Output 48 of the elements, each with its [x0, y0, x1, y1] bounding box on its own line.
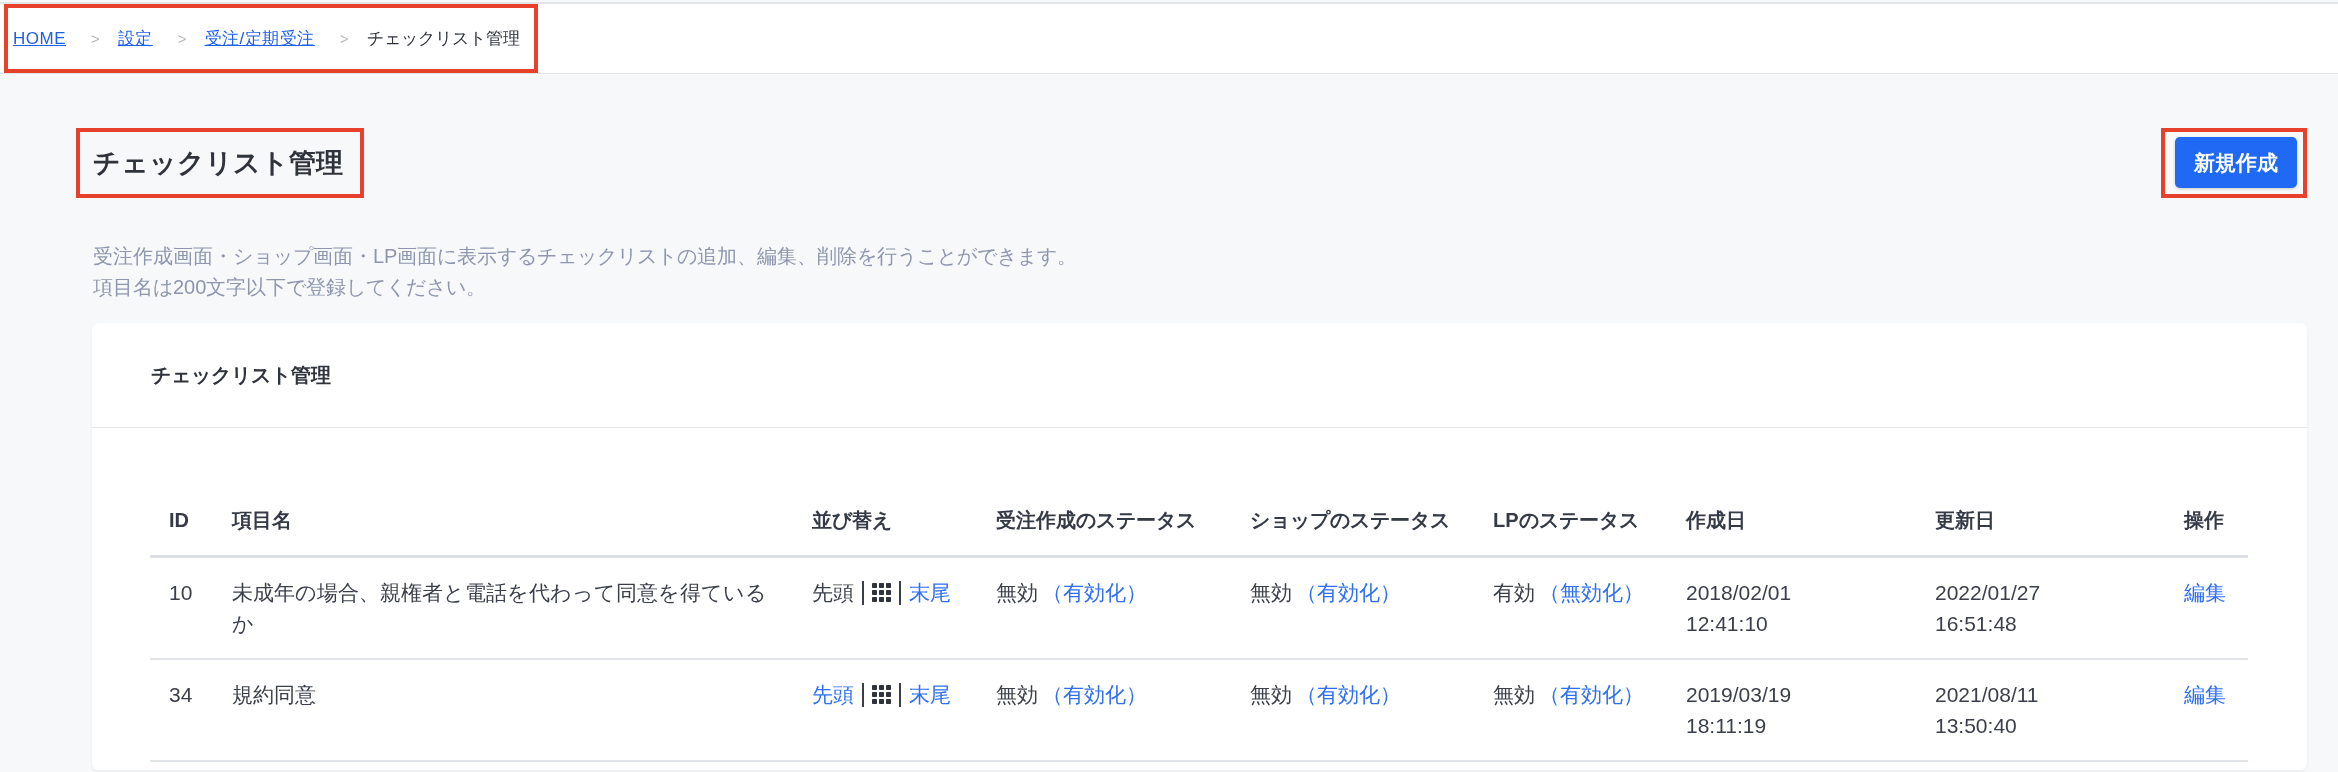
description-text: 項目名は200文字以下で登録してください。 — [93, 275, 488, 300]
edit-link[interactable]: 編集 — [2184, 683, 2226, 706]
column-header: ID — [169, 509, 189, 531]
status-text: 無効 — [1493, 683, 1535, 706]
column-header: 並び替え — [812, 509, 892, 531]
created-date: 2018/02/01 12:41:10 — [1686, 580, 1793, 637]
column-header: 項目名 — [232, 509, 292, 531]
status-text: 有効 — [1493, 581, 1535, 604]
status-text: 無効 — [1250, 581, 1292, 604]
column-header: LPのステータス — [1493, 509, 1639, 531]
column-header: ショップのステータス — [1250, 509, 1450, 531]
breadcrumb-separator: > — [339, 28, 349, 49]
breadcrumb-link[interactable]: 受注/定期受注 — [204, 26, 315, 51]
id-text: 10 — [169, 581, 193, 604]
status-text: 無効 — [1250, 683, 1292, 706]
status-toggle-link[interactable]: （有効化） — [1042, 581, 1147, 604]
move-to-bottom-link[interactable]: 末尾 — [909, 679, 951, 710]
description-text: 受注作成画面・ショップ画面・LP画面に表示するチェックリストの追加、編集、削除を行うことができます。 — [93, 244, 1079, 269]
column-header: 受注作成のステータス — [996, 509, 1196, 531]
status-toggle-link[interactable]: （有効化） — [1296, 581, 1401, 604]
breadcrumb-separator: > — [177, 28, 187, 49]
status-toggle-link[interactable]: （有効化） — [1042, 683, 1147, 706]
status-text: 無効 — [996, 683, 1038, 706]
id-text: 34 — [169, 683, 193, 706]
status-text: 無効 — [996, 581, 1038, 604]
breadcrumb-separator: > — [91, 28, 100, 49]
item-name: 規約同意 — [232, 682, 316, 708]
breadcrumb-current: チェックリスト管理 — [366, 27, 520, 50]
page-title: チェックリスト管理 — [93, 147, 343, 180]
edit-link[interactable]: 編集 — [2184, 581, 2226, 604]
move-to-bottom-link[interactable]: 末尾 — [909, 577, 951, 608]
status-toggle-link[interactable]: （有効化） — [1296, 683, 1401, 706]
column-header: 更新日 — [1935, 509, 1995, 531]
updated-date: 2022/01/27 16:51:48 — [1935, 580, 2042, 637]
status-toggle-link[interactable]: （無効化） — [1539, 581, 1644, 604]
column-header: 操作 — [2184, 509, 2224, 531]
status-toggle-link[interactable]: （有効化） — [1539, 683, 1644, 706]
updated-date: 2021/08/11 13:50:40 — [1935, 682, 2040, 739]
breadcrumb-link[interactable]: HOME — [13, 26, 66, 51]
column-header: 作成日 — [1686, 509, 1746, 531]
move-to-top-link[interactable]: 先頭 — [812, 679, 854, 710]
breadcrumb-link[interactable]: 設定 — [117, 26, 153, 51]
item-name: 未成年の場合、親権者と電話を代わって同意を得ているか — [232, 580, 767, 637]
new-button[interactable]: 新規作成 — [2175, 137, 2297, 188]
card-title: チェックリスト管理 — [151, 363, 331, 388]
drag-handle-icon[interactable] — [872, 685, 891, 704]
created-date: 2019/03/19 18:11:19 — [1686, 682, 1793, 739]
drag-handle-icon[interactable] — [872, 583, 891, 602]
